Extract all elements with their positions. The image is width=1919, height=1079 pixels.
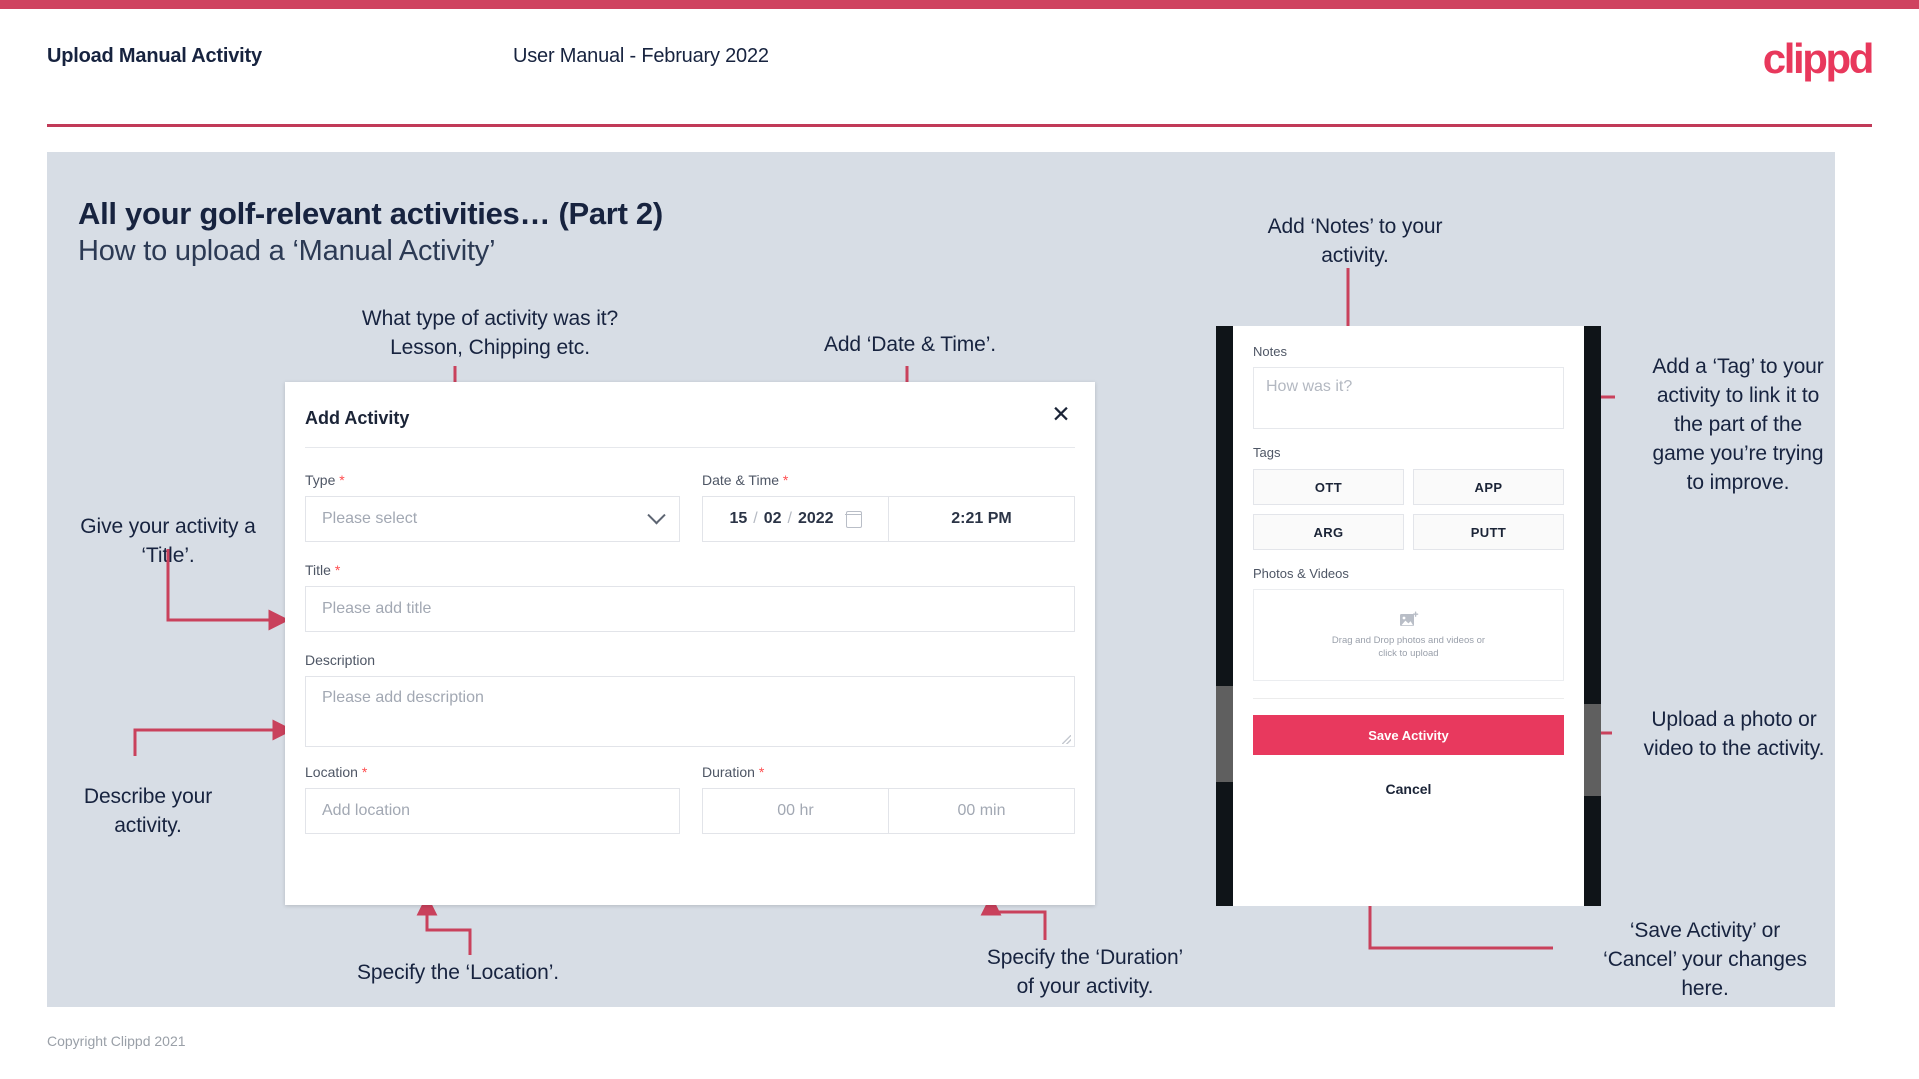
- location-input-placeholder: Add location: [322, 802, 411, 819]
- tag-button-app[interactable]: APP: [1413, 469, 1564, 505]
- field-datetime-label-text: Date & Time: [702, 472, 780, 488]
- annotation-tags: Add a ‘Tag’ to your activity to link it …: [1652, 355, 1824, 494]
- date-year: 2022: [797, 510, 834, 527]
- field-type-label-text: Type: [305, 472, 336, 488]
- annotation-notes: Add ‘Notes’ to your activity.: [1267, 215, 1443, 267]
- annotation-duration: Specify the ‘Duration’ of your activity.: [986, 946, 1184, 998]
- annotation-save: ‘Save Activity’ or ‘Cancel’ your changes…: [1603, 919, 1807, 1000]
- slide-subheading: How to upload a ‘Manual Activity’: [78, 235, 496, 267]
- field-datetime-label: Date & Time *: [702, 472, 1075, 488]
- save-activity-button[interactable]: Save Activity: [1253, 715, 1564, 755]
- phone-upload-caption: Drag and Drop photos and videos or click…: [1332, 634, 1485, 660]
- field-datetime: Date & Time * 15 / 02 / 2022 2:21 PM: [702, 472, 1075, 542]
- required-asterisk: *: [334, 562, 341, 578]
- date-month: 02: [763, 510, 782, 527]
- field-location-label: Location *: [305, 764, 680, 780]
- clippd-logo: clippd: [1762, 35, 1875, 82]
- duration-minutes-input[interactable]: 00 min: [889, 789, 1074, 833]
- dialog-divider: [305, 447, 1075, 448]
- close-icon[interactable]: ✕: [1048, 401, 1074, 427]
- required-asterisk: *: [361, 764, 368, 780]
- field-title-label-text: Title: [305, 562, 331, 578]
- phone-notes-label: Notes: [1253, 344, 1287, 359]
- dialog-title: Add Activity: [305, 408, 410, 428]
- field-duration-label-text: Duration: [702, 764, 755, 780]
- slide-heading: All your golf-relevant activities… (Part…: [78, 196, 663, 231]
- phone-power-button: [1584, 704, 1601, 796]
- phone-frame-right: [1584, 326, 1601, 906]
- field-location-label-text: Location: [305, 764, 358, 780]
- date-input[interactable]: 15 / 02 / 2022: [703, 497, 888, 541]
- tag-button-arg[interactable]: ARG: [1253, 514, 1404, 550]
- date-sep-2: /: [787, 510, 792, 527]
- top-accent-bar: [0, 0, 1919, 9]
- add-activity-dialog: Add Activity ✕ Type * Please select Date…: [285, 382, 1095, 905]
- tag-button-ott[interactable]: OTT: [1253, 469, 1404, 505]
- time-input[interactable]: 2:21 PM: [889, 497, 1074, 541]
- phone-tags-grid: OTT APP ARG PUTT: [1253, 469, 1564, 550]
- slide-page: Upload Manual Activity User Manual - Feb…: [0, 0, 1919, 1079]
- field-type-label: Type *: [305, 472, 680, 488]
- field-type: Type * Please select: [305, 472, 680, 542]
- required-asterisk: *: [339, 472, 345, 488]
- required-asterisk: *: [758, 764, 765, 780]
- annotation-type: What type of activity was it? Lesson, Ch…: [361, 307, 619, 359]
- type-select-placeholder: Please select: [322, 510, 418, 527]
- resize-handle-icon[interactable]: [1062, 735, 1071, 744]
- phone-upload-caption-line1: Drag and Drop photos and videos or: [1331, 634, 1486, 646]
- field-title: Title * Please add title: [305, 562, 1075, 632]
- annotation-description: Describe your activity.: [83, 785, 213, 837]
- phone-upload-dropzone[interactable]: Drag and Drop photos and videos or click…: [1253, 589, 1564, 681]
- tag-button-putt[interactable]: PUTT: [1413, 514, 1564, 550]
- required-asterisk: *: [782, 472, 789, 488]
- description-placeholder: Please add description: [322, 689, 484, 706]
- phone-notes-placeholder: How was it?: [1266, 378, 1353, 395]
- field-duration: Duration * 00 hr 00 min: [702, 764, 1075, 834]
- field-location: Location * Add location: [305, 764, 680, 834]
- page-title: Upload Manual Activity: [47, 45, 262, 67]
- field-title-label: Title *: [305, 562, 1075, 578]
- annotation-title: Give your activity a ‘Title’.: [80, 515, 256, 567]
- copyright-text: Copyright Clippd 2021: [47, 1033, 186, 1049]
- phone-tags-label: Tags: [1253, 445, 1281, 460]
- phone-photos-label: Photos & Videos: [1253, 566, 1349, 581]
- cancel-button[interactable]: Cancel: [1253, 781, 1564, 797]
- date-day: 15: [729, 510, 748, 527]
- phone-mockup: Notes How was it? Tags OTT APP ARG PUTT …: [1216, 326, 1601, 906]
- phone-notes-input[interactable]: How was it?: [1253, 367, 1564, 429]
- header-subtitle: User Manual - February 2022: [513, 45, 769, 67]
- phone-screen: Notes How was it? Tags OTT APP ARG PUTT …: [1233, 326, 1584, 906]
- title-input-placeholder: Please add title: [322, 600, 432, 617]
- location-input[interactable]: Add location: [305, 788, 680, 834]
- date-sep-1: /: [753, 510, 758, 527]
- image-add-icon: [1399, 611, 1418, 626]
- title-input[interactable]: Please add title: [305, 586, 1075, 632]
- phone-upload-caption-line2: click to upload: [1378, 647, 1439, 659]
- calendar-icon[interactable]: [844, 510, 863, 528]
- phone-volume-buttons: [1216, 686, 1233, 782]
- annotation-location: Specify the ‘Location’.: [357, 961, 559, 984]
- datetime-control: 15 / 02 / 2022 2:21 PM: [702, 496, 1075, 542]
- type-select[interactable]: Please select: [305, 496, 680, 542]
- annotation-photos: Upload a photo or video to the activity.: [1643, 708, 1825, 760]
- header-divider: [47, 124, 1872, 127]
- duration-control: 00 hr 00 min: [702, 788, 1075, 834]
- duration-hours-input[interactable]: 00 hr: [703, 789, 888, 833]
- description-textarea[interactable]: Please add description: [305, 676, 1075, 747]
- annotation-datetime: Add ‘Date & Time’.: [823, 333, 997, 356]
- chevron-down-icon: [647, 505, 666, 524]
- field-description: Description Please add description: [305, 652, 1075, 747]
- field-duration-label: Duration *: [702, 764, 1075, 780]
- field-description-label: Description: [305, 652, 376, 668]
- phone-frame-left: [1216, 326, 1233, 906]
